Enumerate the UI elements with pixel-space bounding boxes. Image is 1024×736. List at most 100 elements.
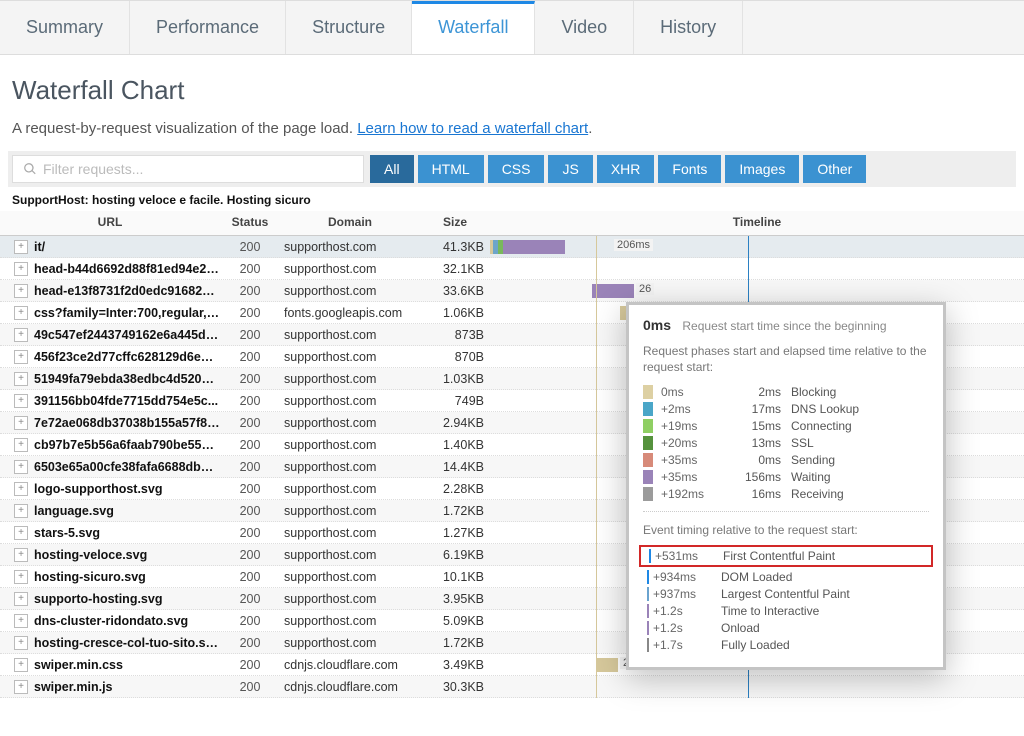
cell-domain: supporthost.com [280,372,420,386]
cell-timeline [490,676,1024,697]
expand-icon[interactable]: + [14,240,28,254]
phase-name: Blocking [791,385,836,399]
expand-icon[interactable]: + [14,526,28,540]
cell-url: 456f23ce2d77cffc628129d6ea6... [34,350,220,364]
expand-icon[interactable]: + [14,306,28,320]
expand-icon[interactable]: + [14,482,28,496]
phase-row: +2ms17msDNS Lookup [643,402,929,416]
search-input[interactable] [43,161,353,177]
cell-size: 1.40KB [420,438,490,452]
cell-status: 200 [220,504,280,518]
cell-domain: supporthost.com [280,592,420,606]
duration-label: 26 [636,283,654,295]
tab-history[interactable]: History [634,1,743,54]
cell-domain: supporthost.com [280,394,420,408]
timing-bar [596,658,618,672]
filter-all[interactable]: All [370,155,414,183]
search-input-wrap[interactable] [12,155,364,183]
filter-xhr[interactable]: XHR [597,155,655,183]
cell-size: 2.28KB [420,482,490,496]
expand-icon[interactable]: + [14,504,28,518]
filter-js[interactable]: JS [548,155,592,183]
table-row[interactable]: +it/200supporthost.com41.3KB206ms [0,236,1024,258]
cell-status: 200 [220,570,280,584]
expand-icon[interactable]: + [14,262,28,276]
cell-url: supporto-hosting.svg [34,592,220,606]
event-name: Onload [721,621,929,635]
phase-swatch [643,385,653,399]
phase-name: Receiving [791,487,844,501]
expand-icon[interactable]: + [14,460,28,474]
tab-summary[interactable]: Summary [0,1,130,54]
learn-link[interactable]: Learn how to read a waterfall chart [357,120,588,137]
event-bar [647,638,649,652]
phase-offset: +192ms [661,487,729,501]
cell-url: 391156bb04fde7715dd754e5c... [34,394,220,408]
tab-performance[interactable]: Performance [130,1,286,54]
cell-status: 200 [220,394,280,408]
filter-other[interactable]: Other [803,155,866,183]
cell-status: 200 [220,658,280,672]
expand-icon[interactable]: + [14,328,28,342]
phase-name: SSL [791,436,814,450]
cell-url: hosting-sicuro.svg [34,570,220,584]
expand-icon[interactable]: + [14,548,28,562]
filter-css[interactable]: CSS [488,155,545,183]
expand-icon[interactable]: + [14,570,28,584]
event-bar [647,570,649,584]
filter-html[interactable]: HTML [418,155,484,183]
expand-icon[interactable]: + [14,680,28,694]
expand-icon[interactable]: + [14,592,28,606]
tab-structure[interactable]: Structure [286,1,412,54]
phase-swatch [643,436,653,450]
table-row[interactable]: +head-b44d6692d88f81ed94e26f...200suppor… [0,258,1024,280]
expand-icon[interactable]: + [14,438,28,452]
expand-icon[interactable]: + [14,636,28,650]
cell-domain: supporthost.com [280,614,420,628]
expand-icon[interactable]: + [14,350,28,364]
duration-label: 206ms [614,239,653,251]
event-row: +937msLargest Contentful Paint [643,587,929,601]
event-bar [647,604,649,618]
phase-row: +35ms0msSending [643,453,929,467]
phase-row: +19ms15msConnecting [643,419,929,433]
expand-icon[interactable]: + [14,394,28,408]
cell-url: css?family=Inter:700,regular,%... [34,306,220,320]
phase-swatch [643,402,653,416]
cell-timeline: 26 [490,280,1024,301]
tab-waterfall[interactable]: Waterfall [412,1,535,55]
expand-icon[interactable]: + [14,658,28,672]
event-offset: +1.7s [653,638,721,652]
cell-domain: supporthost.com [280,350,420,364]
cell-size: 2.94KB [420,416,490,430]
cell-url: cb97b7e5b56a6faab790be5567... [34,438,220,452]
expand-icon[interactable]: + [14,284,28,298]
table-row[interactable]: +head-e13f8731f2d0edc916822b...200suppor… [0,280,1024,302]
tooltip-start-label: Request start time since the beginning [682,319,886,333]
tab-video[interactable]: Video [535,1,634,54]
cell-domain: cdnjs.cloudflare.com [280,658,420,672]
cell-domain: supporthost.com [280,460,420,474]
cell-size: 870B [420,350,490,364]
expand-icon[interactable]: + [14,372,28,386]
cell-size: 10.1KB [420,570,490,584]
main-tabs: SummaryPerformanceStructureWaterfallVide… [0,0,1024,55]
cell-url: 49c547ef2443749162e6a445d0... [34,328,220,342]
event-row: +531msFirst Contentful Paint [645,549,927,563]
event-offset: +934ms [653,570,721,584]
cell-url: language.svg [34,504,220,518]
cell-url: 6503e65a00cfe38fafa6688dbca... [34,460,220,474]
cell-size: 1.03KB [420,372,490,386]
cell-status: 200 [220,284,280,298]
cell-url: 51949fa79ebda38edbc4d5209c... [34,372,220,386]
cell-status: 200 [220,438,280,452]
filter-fonts[interactable]: Fonts [658,155,721,183]
expand-icon[interactable]: + [14,416,28,430]
table-row[interactable]: +swiper.min.js200cdnjs.cloudflare.com30.… [0,676,1024,698]
phase-duration: 16ms [729,487,781,501]
expand-icon[interactable]: + [14,614,28,628]
page-title: Waterfall Chart [0,55,1024,116]
event-row: +1.2sTime to Interactive [643,604,929,618]
timing-bar [503,240,565,254]
filter-images[interactable]: Images [725,155,799,183]
